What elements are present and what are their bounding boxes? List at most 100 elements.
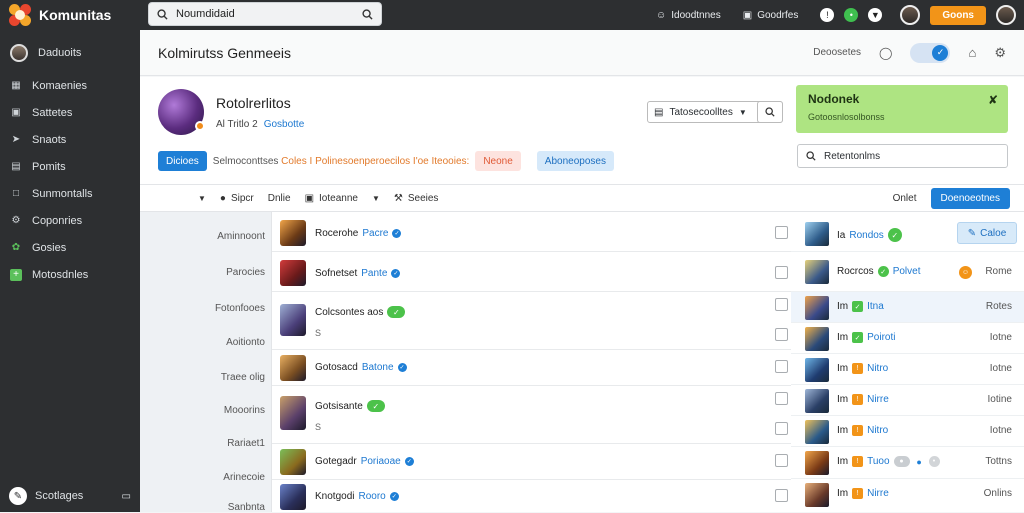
list-item[interactable]: Im ! Tuoo ● ● • Tottns	[791, 447, 1024, 479]
list-item[interactable]: Im ✓ Poiroti Iotne	[791, 323, 1024, 354]
left-label: Traee olig	[220, 372, 265, 383]
right-list: Ia Rondos ✓ ✎ Caloe Rocrcos ✓ Polvet ☺ R…	[791, 212, 1024, 512]
shield-icon[interactable]: ▼	[868, 8, 883, 22]
sidebar-item-pomits[interactable]: ▤ Pomits	[0, 153, 140, 180]
list-item[interactable]: Rocrcos ✓ Polvet ☺ Rome	[791, 252, 1024, 292]
list-item[interactable]: Knotgodi Rooro ✓	[272, 480, 792, 512]
row-checkbox[interactable]	[775, 422, 788, 435]
chip-row: Dicioes Selmoconttses Coles I Polinesoen…	[158, 151, 614, 171]
top-link-lock[interactable]: ▣ Goodrfes	[743, 10, 799, 21]
chip-warning[interactable]: Neone	[475, 151, 521, 171]
list-item[interactable]: Im ! Nitro Iotne	[791, 354, 1024, 385]
check-badge-icon: ✓	[366, 400, 385, 412]
filter-input[interactable]: Retentonlms	[797, 144, 1008, 168]
avatar	[805, 296, 829, 320]
sidebar: Daduoits ▦ Komaenies ▣ Sattetes ➤ Snaots…	[0, 30, 140, 512]
group-search-button[interactable]	[757, 101, 783, 123]
chat-icon[interactable]: ◯	[879, 46, 892, 60]
toolbar-item-tools[interactable]: ⚒ Seeies	[394, 193, 439, 204]
left-label: Aoitionto	[226, 337, 265, 348]
avatar	[280, 449, 306, 475]
row-checkbox[interactable]	[775, 360, 788, 373]
row-checkbox[interactable]	[775, 454, 788, 467]
warning-square-icon: !	[852, 456, 864, 467]
chevron-down-icon[interactable]: ▼	[372, 194, 380, 203]
toolbar-item-select[interactable]: ▣ Ioteanne	[305, 193, 358, 204]
notice-banner: Nodonek Gotoosnlosolbonss ✘	[796, 85, 1008, 133]
warning-square-icon: !	[852, 488, 864, 499]
check-square-icon: ✓	[852, 301, 864, 312]
user-avatar[interactable]	[996, 5, 1016, 25]
sidebar-item-komaenies[interactable]: ▦ Komaenies	[0, 72, 140, 99]
sidebar-item-gosies[interactable]: ✿ Gosies	[0, 234, 140, 261]
avatar	[805, 451, 829, 475]
list-item[interactable]: Rocerohe Pacre ✓	[272, 212, 792, 252]
warning-square-icon: !	[852, 425, 864, 436]
settings-icon[interactable]: ⚙	[994, 45, 1006, 61]
primary-action-button[interactable]: Doenoeotnes	[930, 187, 1010, 209]
sidebar-item-sunmontalls[interactable]: □ Sunmontalls	[0, 180, 140, 207]
home-icon[interactable]: ⌂	[968, 45, 976, 60]
top-link-people[interactable]: ☺ Idoodtnnes	[656, 10, 721, 21]
chip-info[interactable]: Aboneoposes	[536, 151, 614, 171]
row-checkbox[interactable]	[775, 392, 788, 405]
list-item[interactable]: Im ✓ Itna Rotes	[791, 292, 1024, 323]
search-icon	[157, 8, 168, 20]
chip-primary[interactable]: Dicioes	[158, 151, 207, 171]
sidebar-settings[interactable]: ✎ Scotlages ▭	[0, 486, 140, 506]
sidebar-item-coponries[interactable]: ⚙ Coponries	[0, 207, 140, 234]
info-icon[interactable]: !	[820, 8, 835, 22]
chevron-down-icon[interactable]: ▼	[198, 194, 206, 203]
bolt-icon: ➤	[11, 134, 21, 145]
row-checkbox[interactable]	[775, 226, 788, 239]
list-item[interactable]: Gotegadr Poriaoae ✓	[272, 444, 792, 480]
mode-toggle[interactable]: ✓	[910, 42, 951, 63]
avatar	[280, 220, 306, 246]
cta-button[interactable]: Goons	[930, 5, 986, 25]
search-box[interactable]	[148, 2, 382, 26]
toolbar-item-dnlie[interactable]: Dnlie	[268, 193, 291, 204]
list-item[interactable]: Gotsisante ✓ S	[272, 386, 792, 444]
list-item[interactable]: Gotosacd Batone ✓	[272, 350, 792, 386]
row-checkbox[interactable]	[775, 328, 788, 341]
brand[interactable]: Komunitas	[0, 4, 140, 26]
list-item[interactable]: Im ! Nitro Iotne	[791, 416, 1024, 447]
avatar[interactable]	[900, 5, 921, 25]
list-item[interactable]: Sofnetset Pante ✓	[272, 252, 792, 292]
status-icon[interactable]: •	[844, 8, 859, 22]
row-checkbox[interactable]	[775, 489, 788, 502]
search-input[interactable]	[176, 8, 354, 20]
sidebar-item-snaots[interactable]: ➤ Snaots	[0, 126, 140, 153]
list-item[interactable]: Im ! Nirre Iotine	[791, 385, 1024, 416]
toggle-icon[interactable]: ●	[893, 456, 910, 467]
status-dot-icon	[195, 121, 205, 131]
list-item[interactable]: Colcsontes aos ✓ S	[272, 292, 792, 350]
group-name: Rotolrerlitos	[216, 95, 291, 111]
puzzle-icon: ✿	[11, 242, 21, 253]
list-item[interactable]: Im ! Nirre Onlins	[791, 479, 1024, 512]
pin-icon: ●	[916, 456, 922, 467]
member-list: Rocerohe Pacre ✓ Sofnetset Pante ✓ Colcs	[271, 212, 792, 512]
left-label-column: Aminnoont Parocies Fotonfooes Aoitionto …	[140, 212, 271, 513]
toolbar-item-user[interactable]: ● Sipcr	[220, 193, 254, 204]
row-checkbox[interactable]	[775, 266, 788, 279]
sidebar-item-sattetes[interactable]: ▣ Sattetes	[0, 99, 140, 126]
sidebar-profile[interactable]: Daduoits	[0, 38, 140, 68]
header-link[interactable]: Deoosetes	[813, 47, 861, 58]
group-meta-link[interactable]: Gosbotte	[264, 119, 305, 130]
calc-button[interactable]: ✎ Caloe	[957, 222, 1017, 244]
group-avatar[interactable]	[158, 89, 205, 135]
list-item[interactable]: Ia Rondos ✓ ✎ Caloe	[791, 216, 1024, 252]
search-submit-icon[interactable]	[362, 8, 373, 20]
check-square-icon: ✓	[852, 332, 864, 343]
row-checkbox[interactable]	[775, 298, 788, 311]
gear-icon: ⚙	[11, 215, 21, 226]
sidebar-item-motosdnles[interactable]: + Motosdnles	[0, 261, 140, 288]
verified-icon: ✓	[404, 457, 414, 466]
left-label: Sanbnta	[227, 502, 265, 513]
collapse-icon[interactable]: ▭	[122, 491, 131, 502]
toolbar-right-label[interactable]: Onlet	[893, 193, 917, 204]
page-header: Kolmirutss Genmeeis Deoosetes ◯ ✓ ⌂ ⚙	[140, 30, 1024, 76]
close-icon[interactable]: ✘	[988, 93, 998, 107]
folder-icon: ▤	[654, 106, 664, 118]
